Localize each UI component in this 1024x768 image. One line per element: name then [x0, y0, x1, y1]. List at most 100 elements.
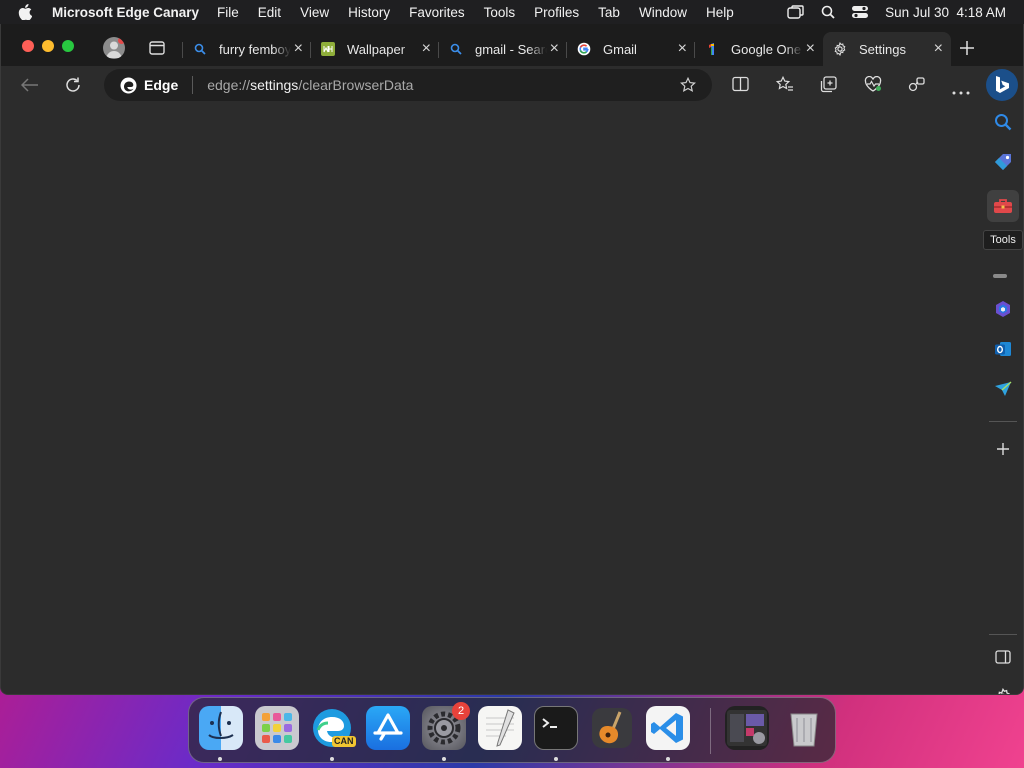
tab-label: Settings: [859, 41, 906, 57]
bing-search-icon: [449, 42, 463, 56]
apple-icon[interactable]: [18, 4, 36, 20]
site-identity[interactable]: Edge: [120, 77, 178, 94]
navigation-toolbar: Edge edge://settings/clearBrowserData: [1, 66, 1023, 104]
trash-icon[interactable]: [782, 706, 826, 750]
finder-icon[interactable]: [199, 706, 243, 750]
sidebar-outlook-icon[interactable]: [991, 337, 1015, 361]
downloads-stack-icon[interactable]: [725, 706, 769, 750]
minimize-window-button[interactable]: [42, 40, 54, 52]
favorite-star-icon[interactable]: [680, 76, 696, 96]
menu-help[interactable]: Help: [706, 5, 734, 20]
extensions-icon[interactable]: [908, 76, 926, 98]
sidebar-drop-icon[interactable]: [991, 377, 1015, 401]
edge-canary-icon[interactable]: CAN: [310, 706, 356, 750]
tab-strip: furry femboy × Wallpaper × gmail - Searc…: [1, 24, 1023, 66]
canary-label: CAN: [332, 736, 356, 747]
address-bar[interactable]: Edge edge://settings/clearBrowserData: [104, 69, 712, 101]
menubar-clock[interactable]: Sun Jul 30 4:18 AM: [885, 5, 1006, 20]
edge-logo-icon: [120, 77, 137, 94]
google-one-icon: [705, 42, 719, 56]
menu-window[interactable]: Window: [639, 5, 687, 20]
garageband-icon[interactable]: [590, 706, 634, 750]
sidebar-add-icon[interactable]: [991, 437, 1015, 461]
bing-copilot-icon[interactable]: [986, 69, 1018, 101]
wallpaper-site-icon: [321, 42, 335, 56]
sidebar-tooltip: Tools: [983, 230, 1023, 250]
tab-close-icon[interactable]: ×: [934, 41, 943, 57]
dock: CAN: [188, 697, 836, 763]
tab-label: Gmail: [603, 41, 637, 57]
gear-icon: [833, 41, 847, 57]
new-tab-icon[interactable]: [959, 40, 975, 61]
tab-google-one[interactable]: Google One ×: [695, 32, 823, 66]
sidebar-partial-item: [993, 274, 1007, 278]
back-arrow-icon[interactable]: [20, 78, 39, 97]
sidebar-settings-gear-icon[interactable]: [991, 685, 1015, 694]
spotlight-search-icon[interactable]: [821, 5, 835, 19]
tab-close-icon[interactable]: ×: [806, 41, 815, 57]
menu-profiles[interactable]: Profiles: [534, 5, 579, 20]
tab-settings[interactable]: Settings ×: [823, 32, 951, 66]
google-icon: [577, 42, 591, 56]
tab-furry-femboy[interactable]: furry femboy ×: [183, 32, 311, 66]
tab-close-icon[interactable]: ×: [678, 41, 687, 57]
sidebar-tools-icon[interactable]: [987, 190, 1019, 222]
sidebar-hide-icon[interactable]: [991, 645, 1015, 669]
menu-tools[interactable]: Tools: [484, 5, 516, 20]
running-indicator: [330, 757, 334, 761]
menu-edit[interactable]: Edit: [258, 5, 281, 20]
tab-close-icon[interactable]: ×: [294, 41, 303, 57]
launchpad-icon[interactable]: [255, 706, 299, 750]
refresh-icon[interactable]: [64, 76, 82, 99]
control-center-icon[interactable]: [851, 5, 869, 19]
tab-label: Wallpaper: [347, 41, 406, 57]
menubar: Microsoft Edge Canary File Edit View His…: [0, 0, 1024, 24]
tab-gmail-search[interactable]: gmail - Search ×: [439, 32, 567, 66]
menu-file[interactable]: File: [217, 5, 239, 20]
running-indicator: [666, 757, 670, 761]
textedit-icon[interactable]: [478, 706, 522, 750]
tab-gmail[interactable]: Gmail ×: [567, 32, 695, 66]
browser-essentials-icon[interactable]: [864, 75, 882, 97]
running-indicator: [218, 757, 222, 761]
edge-sidebar: [981, 104, 1023, 694]
tab-label: Google One: [731, 41, 802, 57]
running-indicator: [442, 757, 446, 761]
tab-wallpaper[interactable]: Wallpaper ×: [311, 32, 439, 66]
url-path: /clearBrowserData: [298, 77, 414, 93]
sidebar-shopping-icon[interactable]: [991, 150, 1015, 174]
url-text[interactable]: edge://settings/clearBrowserData: [207, 77, 413, 93]
address-divider: [192, 76, 194, 94]
menubar-app-name[interactable]: Microsoft Edge Canary: [52, 5, 199, 20]
collections-icon[interactable]: [820, 76, 838, 98]
dock-divider: [710, 708, 711, 754]
split-screen-icon[interactable]: [732, 76, 749, 97]
favorites-icon[interactable]: [775, 75, 794, 97]
app-store-icon[interactable]: [366, 706, 410, 750]
browser-window: furry femboy × Wallpaper × gmail - Searc…: [0, 24, 1024, 695]
tab-close-icon[interactable]: ×: [422, 41, 431, 57]
vscode-icon[interactable]: [646, 706, 690, 750]
bing-search-icon: [193, 42, 207, 56]
close-window-button[interactable]: [22, 40, 34, 52]
tab-label: gmail - Search: [475, 41, 547, 57]
url-prefix: edge://: [207, 77, 251, 93]
tab-close-icon[interactable]: ×: [550, 41, 559, 57]
profile-avatar-icon[interactable]: [103, 37, 125, 59]
running-indicator: [554, 757, 558, 761]
zoom-window-button[interactable]: [62, 40, 74, 52]
menu-tab[interactable]: Tab: [598, 5, 620, 20]
site-label: Edge: [144, 77, 179, 93]
terminal-icon[interactable]: [534, 706, 578, 750]
window-stack-icon[interactable]: [787, 5, 805, 19]
menu-history[interactable]: History: [348, 5, 390, 20]
sidebar-search-icon[interactable]: [991, 110, 1015, 134]
menu-view[interactable]: View: [300, 5, 329, 20]
more-options-icon[interactable]: [952, 82, 970, 100]
sidebar-microsoft365-icon[interactable]: [991, 297, 1015, 321]
menu-favorites[interactable]: Favorites: [409, 5, 465, 20]
tab-label: furry femboy: [219, 41, 291, 57]
notification-badge: 2: [452, 702, 470, 720]
sidebar-divider: [989, 634, 1017, 635]
vertical-tabs-icon[interactable]: [149, 41, 165, 60]
